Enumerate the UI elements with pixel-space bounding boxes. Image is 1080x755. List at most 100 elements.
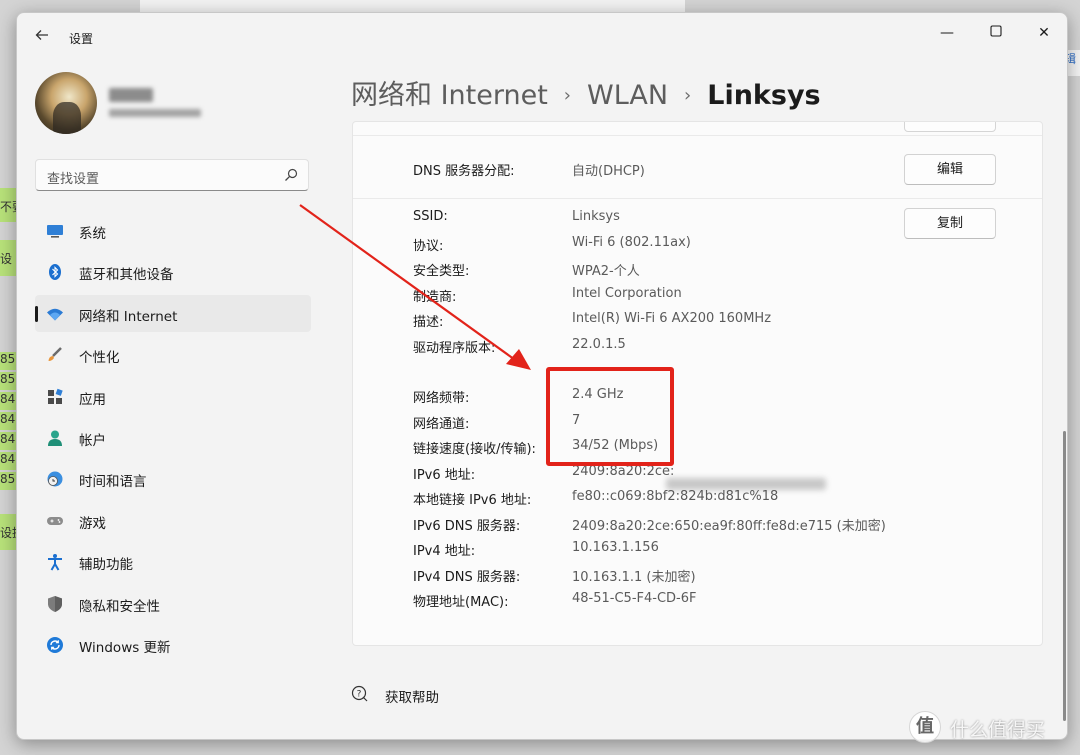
- manufacturer-value: Intel Corporation: [572, 285, 682, 301]
- cut-off-edit-button[interactable]: [904, 122, 996, 132]
- app-title: 设置: [69, 32, 94, 46]
- settings-window: 设置 — ✕ 查找设置 系统 蓝牙和其他设备 网络和 Internet 个性化: [16, 12, 1068, 740]
- sidebar-item-gaming[interactable]: 游戏: [35, 502, 311, 539]
- mac-address-value: 48-51-C5-F4-CD-6F: [572, 591, 697, 606]
- protocol-value: Wi-Fi 6 (802.11ax): [572, 234, 691, 250]
- svg-text:?: ?: [357, 690, 362, 700]
- sidebar-item-accessibility[interactable]: 辅助功能: [35, 543, 311, 580]
- sidebar-item-label: 隐私和安全性: [79, 598, 160, 615]
- minimize-button[interactable]: —: [932, 21, 962, 45]
- background-snippet: 84: [0, 432, 16, 450]
- sidebar-item-label: 时间和语言: [79, 474, 147, 491]
- ipv4-address-label: IPv4 地址:: [413, 544, 476, 559]
- close-button[interactable]: ✕: [1029, 21, 1059, 45]
- sidebar-item-label: 系统: [79, 226, 106, 242]
- description-label: 描述:: [413, 315, 444, 330]
- breadcrumb-network[interactable]: 网络和 Internet: [351, 80, 548, 111]
- maximize-button[interactable]: [981, 21, 1011, 45]
- sidebar-item-system[interactable]: 系统: [35, 212, 311, 249]
- sidebar-item-privacy[interactable]: 隐私和安全性: [35, 585, 311, 622]
- sidebar-nav: 系统 蓝牙和其他设备 网络和 Internet 个性化 应用 帐户 时间和语言: [35, 212, 311, 667]
- network-channel-label: 网络通道:: [413, 416, 470, 432]
- security-type-value: WPA2-个人: [572, 264, 640, 279]
- back-button[interactable]: [31, 27, 53, 47]
- ssid-label: SSID:: [413, 209, 448, 224]
- sidebar-item-time-language[interactable]: 时间和语言: [35, 460, 311, 497]
- sidebar-item-windows-update[interactable]: Windows 更新: [35, 626, 311, 663]
- dns-assignment-value: 自动(DHCP): [572, 164, 645, 179]
- user-name-redacted: [109, 88, 153, 102]
- background-snippet: 84: [0, 412, 16, 430]
- dns-assignment-label: DNS 服务器分配:: [413, 164, 515, 179]
- link-local-ipv6-label: 本地链接 IPv6 地址:: [413, 493, 532, 508]
- background-snippet: 不要: [0, 188, 16, 222]
- search-input[interactable]: 查找设置: [35, 159, 309, 191]
- ipv4-address-value: 10.163.1.156: [572, 540, 659, 555]
- brush-icon: [48, 347, 62, 362]
- breadcrumb-wlan[interactable]: WLAN: [587, 80, 668, 111]
- background-snippet: 设: [0, 240, 16, 276]
- breadcrumb-separator: ›: [563, 85, 571, 106]
- account-icon: [48, 430, 62, 446]
- manufacturer-label: 制造商:: [413, 289, 457, 305]
- properties-card: DNS 服务器分配: 自动(DHCP) 编辑 复制 SSID: Linksys …: [352, 121, 1043, 646]
- help-icon[interactable]: ?: [351, 685, 369, 703]
- sidebar-item-apps[interactable]: 应用: [35, 378, 311, 415]
- sidebar-item-label: 帐户: [79, 432, 106, 449]
- ipv6-dns-value: 2409:8a20:2ce:650:ea9f:80ff:fe8d:e715 (未…: [572, 518, 886, 534]
- get-help-link[interactable]: 获取帮助: [385, 686, 439, 706]
- sidebar-item-label: 应用: [79, 391, 106, 408]
- windows-update-icon: [47, 636, 63, 653]
- annotation-highlight-box: [546, 367, 674, 466]
- sidebar-item-label: 蓝牙和其他设备: [79, 267, 174, 284]
- bluetooth-icon: [49, 264, 61, 281]
- system-monitor-icon: [47, 225, 63, 238]
- driver-version-label: 驱动程序版本:: [413, 340, 496, 356]
- sidebar-item-label: Windows 更新: [79, 639, 171, 656]
- sidebar-item-label: 游戏: [79, 515, 106, 532]
- sidebar-item-label: 个性化: [79, 350, 120, 367]
- breadcrumb-separator: ›: [684, 85, 692, 106]
- divider: [353, 198, 1042, 199]
- dns-edit-button[interactable]: 编辑: [904, 154, 996, 185]
- copy-button[interactable]: 复制: [904, 208, 996, 239]
- security-type-label: 安全类型:: [413, 264, 470, 279]
- ipv4-dns-value: 10.163.1.1 (未加密): [572, 569, 696, 585]
- gamepad-icon: [47, 516, 63, 525]
- sidebar-item-personalization[interactable]: 个性化: [35, 336, 311, 373]
- sidebar-item-bluetooth[interactable]: 蓝牙和其他设备: [35, 253, 311, 290]
- watermark-logo: 值: [909, 711, 941, 743]
- search-icon[interactable]: [284, 168, 298, 182]
- background-snippet: 85: [0, 352, 16, 370]
- content-scrollbar[interactable]: [1063, 431, 1066, 721]
- avatar[interactable]: [35, 72, 97, 134]
- ssid-value: Linksys: [572, 209, 620, 224]
- title-bar: 设置 — ✕: [17, 13, 1067, 59]
- watermark-text: 什么值得买: [950, 719, 1046, 741]
- background-snippet: 85: [0, 472, 16, 490]
- page-title: Linksys: [707, 80, 821, 111]
- mac-address-label: 物理地址(MAC):: [413, 595, 509, 610]
- protocol-label: 协议:: [413, 238, 444, 254]
- ipv4-dns-label: IPv4 DNS 服务器:: [413, 569, 521, 585]
- background-snippet: 设据: [0, 514, 16, 550]
- search-placeholder: 查找设置: [47, 172, 100, 187]
- link-speed-label: 链接速度(接收/传输):: [413, 442, 536, 457]
- shield-icon: [48, 595, 62, 612]
- background-snippet: 84: [0, 392, 16, 410]
- sidebar-item-accounts[interactable]: 帐户: [35, 419, 311, 456]
- arrow-left-icon: [35, 30, 48, 40]
- wifi-icon: [47, 308, 63, 321]
- ipv6-address-label: IPv6 地址:: [413, 467, 476, 483]
- ipv6-dns-label: IPv6 DNS 服务器:: [413, 518, 521, 534]
- background-snippet: 85: [0, 372, 16, 390]
- card-cut-off-row: [353, 122, 1042, 136]
- sidebar-item-label: 辅助功能: [79, 557, 133, 574]
- globe-clock-icon: [47, 471, 63, 487]
- accessibility-icon: [48, 554, 62, 571]
- apps-icon: [48, 388, 63, 404]
- sidebar-item-label: 网络和 Internet: [79, 308, 178, 325]
- link-local-ipv6-value: fe80::c069:8bf2:824b:d81c%18: [572, 489, 779, 504]
- sidebar-item-network[interactable]: 网络和 Internet: [35, 294, 311, 332]
- description-value: Intel(R) Wi-Fi 6 AX200 160MHz: [572, 311, 772, 326]
